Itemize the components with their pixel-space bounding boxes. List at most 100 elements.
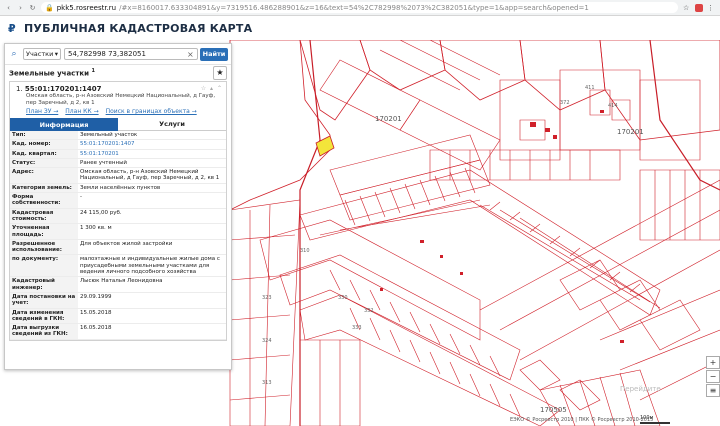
map-label-332: 332 (364, 308, 374, 314)
rosreestr-logo-icon: ₽ (8, 22, 16, 35)
zoom-out-button[interactable]: − (706, 370, 720, 383)
property-value[interactable]: 55:01:170201 (78, 149, 226, 159)
selected-parcel (315, 135, 335, 157)
property-row: Тип: Земельный участок (10, 131, 226, 141)
map-label-block-1: 170201 (375, 115, 402, 123)
property-key: Статус: (10, 158, 78, 169)
property-value: 24 115,00 руб. (78, 208, 226, 225)
card-controls-icon[interactable]: ☆ ▴ ⌃ (201, 85, 223, 92)
property-row: Дата изменения сведений в ГКН: 15.05.2018 (10, 308, 226, 325)
url-path: /#x=8160017.633304891&y=7319516.48628890… (119, 3, 589, 12)
scale-bar: 100м (640, 415, 670, 424)
section-header: Земельные участки 1 ★ (5, 65, 231, 81)
scale-bar-line (640, 422, 670, 424)
find-button[interactable]: Найти (200, 47, 228, 61)
extension-icon[interactable] (695, 3, 703, 12)
section-title-text: Земельные участки (9, 69, 90, 78)
property-key: по документу: (10, 254, 78, 278)
result-links: План ЗУ → План КК → Поиск в границах объ… (26, 108, 222, 115)
property-key: Кадастровый инженер: (10, 276, 78, 293)
chevron-down-icon: ▾ (54, 50, 58, 58)
section-title: Земельные участки 1 (9, 68, 95, 77)
property-value: Лысюк Наталья Леонидовна (78, 276, 226, 293)
result-card-header: 1. 55:01:170201:1407 Омская область, р-н… (10, 82, 226, 118)
search-in-bounds-link[interactable]: Поиск в границах объекта → (106, 108, 197, 115)
star-icon[interactable]: ☆ (683, 4, 691, 12)
property-key: Дата выгрузки сведений из ГКН: (10, 323, 78, 340)
property-row: Категория земель: Земли населённых пункто… (10, 183, 226, 194)
map-label-372: 372 (560, 100, 570, 106)
property-row: Уточненная площадь: 1 300 кв. м (10, 223, 226, 240)
plan-zu-link[interactable]: План ЗУ → (26, 108, 58, 115)
property-key: Дата постановки на учет: (10, 292, 78, 309)
property-value: Омская область, р-н Азовский Немецкий На… (78, 167, 226, 184)
app-title: ПУБЛИЧНАЯ КАДАСТРОВАЯ КАРТА (24, 21, 253, 35)
property-value[interactable]: 55:01:170201:1407 (78, 139, 226, 150)
result-address: Омская область, р-н Азовский Немецкий На… (26, 93, 216, 106)
address-bar[interactable]: 🔒 pkk5.rosreestr.ru /#x=8160017.63330489… (41, 2, 678, 13)
layers-icon[interactable]: ≡ (706, 384, 720, 397)
buildings (380, 110, 624, 343)
property-key: Тип: (10, 131, 78, 141)
property-row: по документу: малоэтажные и индивидуальны… (10, 254, 226, 278)
watermark-text: Перейдите (620, 385, 661, 393)
back-icon[interactable]: ‹ (4, 4, 13, 12)
property-value: 29.09.1999 (78, 292, 226, 309)
property-row: Дата постановки на учет: 29.09.1999 (10, 292, 226, 309)
property-key: Категория земель: (10, 183, 78, 194)
property-key: Кад. номер: (10, 139, 78, 150)
plan-kk-link[interactable]: План КК → (65, 108, 98, 115)
property-row: Кадастровая стоимость: 24 115,00 руб. (10, 208, 226, 225)
property-value: 15.05.2018 (78, 308, 226, 325)
parcel-boundaries (229, 40, 720, 426)
search-row: ⌕ Участки ▾ 54,782998 73,382051 × Найти (5, 44, 231, 65)
map-label-323: 323 (262, 295, 272, 301)
map-label-411: 411 (585, 85, 595, 91)
browser-toolbar: ‹ › ↻ 🔒 pkk5.rosreestr.ru /#x=8160017.63… (0, 0, 720, 16)
map-label-310: 310 (300, 248, 310, 254)
property-row: Кадастровый инженер: Лысюк Наталья Леонид… (10, 276, 226, 293)
property-value: Земли населённых пунктов (78, 183, 226, 194)
tab-information[interactable]: Информация (10, 118, 118, 131)
scale-label: 100м (640, 415, 654, 421)
property-value: Для объектов жилой застройки (78, 239, 226, 256)
search-results-panel: ⌕ Участки ▾ 54,782998 73,382051 × Найти … (4, 43, 232, 370)
card-tabs: Информация Услуги (10, 118, 226, 131)
favorite-star-icon[interactable]: ★ (213, 66, 227, 80)
property-key: Форма собственности: (10, 192, 78, 209)
property-key: Уточненная площадь: (10, 223, 78, 240)
property-key: Кадастровая стоимость: (10, 208, 78, 225)
menu-icon[interactable]: ⋮ (707, 4, 715, 12)
map-tools: + − ≡ (706, 356, 720, 398)
app-header: ₽ ПУБЛИЧНАЯ КАДАСТРОВАЯ КАРТА (0, 16, 720, 40)
result-count: 1 (91, 68, 95, 75)
property-value: 1 300 кв. м (78, 223, 226, 240)
map-label-414: 414 (608, 103, 618, 109)
property-row: Дата выгрузки сведений из ГКН: 16.05.2018 (10, 323, 226, 340)
property-key: Дата изменения сведений в ГКН: (10, 308, 78, 325)
properties-table: Тип: Земельный участок Кад. номер: 55:01:17… (10, 131, 226, 340)
property-row: Статус: Ранее учтенный (10, 158, 226, 169)
map-label-block-2: 170201 (617, 128, 644, 136)
property-value: Земельный участок (78, 131, 226, 141)
result-index: 1. (16, 85, 23, 93)
zoom-in-button[interactable]: + (706, 356, 720, 369)
property-row: Кад. номер: 55:01:170201:1407 (10, 139, 226, 150)
search-icon[interactable]: ⌕ (8, 48, 20, 60)
result-number: 1. 55:01:170201:1407 (16, 85, 222, 93)
lock-icon: 🔒 (45, 3, 54, 12)
map-label-block-3: 170505 (540, 406, 567, 414)
search-input[interactable]: 54,782998 73,382051 (64, 48, 198, 60)
property-value: - (78, 192, 226, 209)
clear-icon[interactable]: × (187, 50, 197, 59)
reload-icon[interactable]: ↻ (28, 4, 37, 12)
result-cad-number[interactable]: 55:01:170201:1407 (25, 85, 102, 93)
object-type-select[interactable]: Участки ▾ (23, 48, 61, 60)
result-card: 1. 55:01:170201:1407 Омская область, р-н… (9, 81, 227, 341)
forward-icon[interactable]: › (16, 4, 25, 12)
property-row: Разрешенное использование: Для объектов ж… (10, 239, 226, 256)
tab-services[interactable]: Услуги (118, 118, 226, 131)
property-key: Разрешенное использование: (10, 239, 78, 256)
map-label-330: 330 (338, 295, 348, 301)
search-query: 54,782998 73,382051 (68, 50, 146, 58)
